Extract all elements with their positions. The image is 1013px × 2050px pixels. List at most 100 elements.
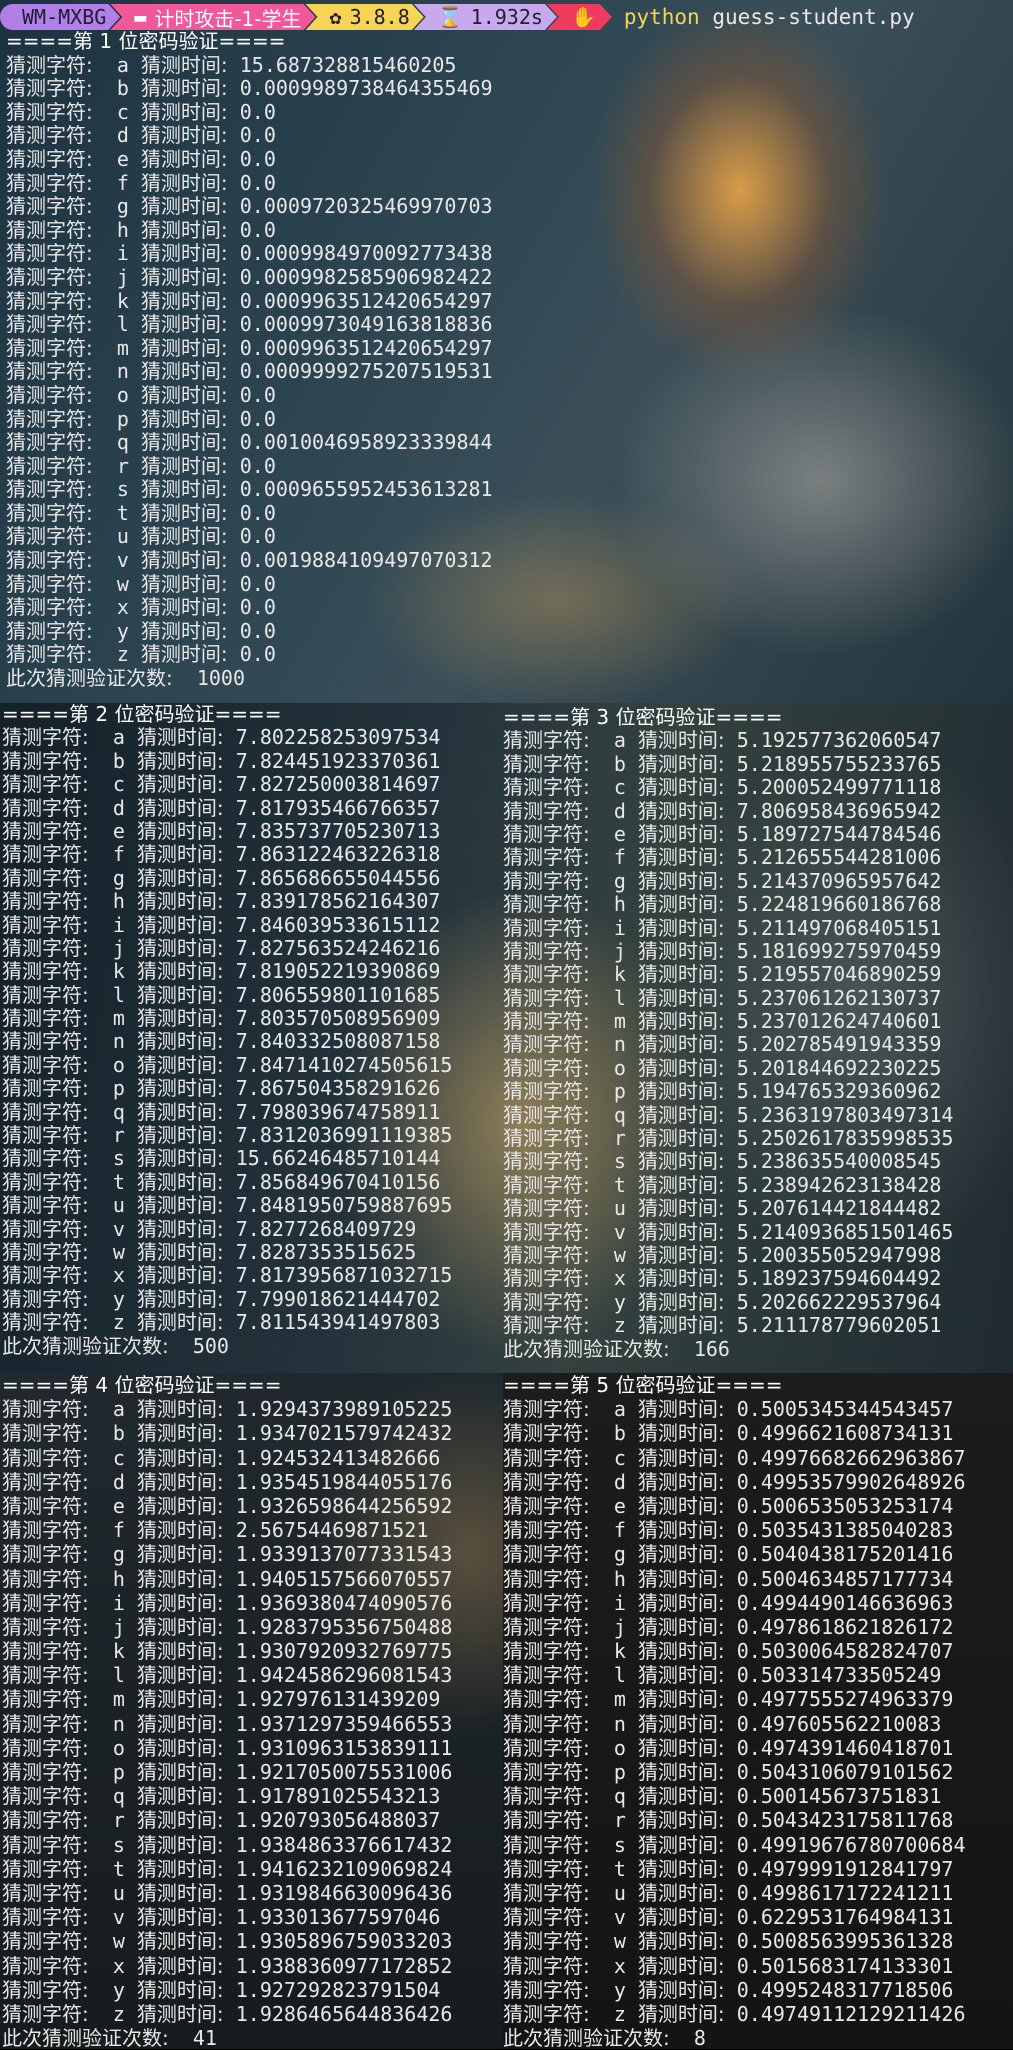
guessed-char: j [112,935,125,960]
guess-time: 1.9339137077331543 [235,1542,453,1567]
guessed-char: k [116,288,129,313]
guess-time: 7.863122463226318 [235,842,441,867]
char-label: 猜测字符: [2,1687,89,1712]
guess-time: 15.687328815460205 [239,52,457,77]
char-label: 猜测字符: [6,194,93,219]
time-label: 猜测时间: [637,1055,725,1080]
guessed-char: w [613,1929,626,1954]
guessed-char: q [112,1784,125,1809]
char-label: 猜测字符: [503,1242,590,1267]
guess-line: 猜测字符: d 猜测时间: 1.9354519844055176 [2,1470,452,1494]
time-label: 猜测时间: [637,845,725,870]
command-line[interactable]: python guess-student.py [624,5,915,29]
guess-line: 猜测字符: v 猜测时间: 5.2140936851501465 [503,1220,953,1244]
guess-line: 猜测字符: h 猜测时间: 5.224819660186768 [503,892,953,916]
guess-time: 7.819052219390869 [235,959,441,984]
guessed-char: h [112,1566,125,1591]
time-label: 猜测时间: [637,985,725,1010]
time-label: 猜测时间: [136,1735,224,1760]
guessed-char: c [613,1445,626,1470]
guess-line: 猜测字符: m 猜测时间: 1.927976131439209 [2,1687,452,1711]
guess-line: 猜测字符: f 猜测时间: 2.56754469871521 [2,1518,452,1542]
char-label: 猜测字符: [6,382,93,407]
time-label: 猜测时间: [637,1905,725,1930]
guessed-char: r [613,1808,626,1833]
guessed-char: a [613,1397,626,1422]
guessed-char: v [116,548,129,573]
block-header: ====第 2 位密码验证==== [2,702,282,726]
time-label: 猜测时间: [637,1242,725,1267]
guess-line: 猜测字符: n 猜测时间: 0.0009999275207519531 [6,360,493,384]
time-label: 猜测时间: [637,798,725,823]
guess-line: 猜测字符: y 猜测时间: 1.927292823791504 [2,1978,452,2002]
guess-line: 猜测字符: g 猜测时间: 5.214370965957642 [503,868,953,893]
guessed-char: m [613,1009,626,1034]
guess-line: 猜测字符: x 猜测时间: 1.9388360977172852 [2,1954,452,1978]
guess-time: 5.211497068405151 [736,915,942,940]
time-label: 猜测时间: [140,194,228,219]
char-label: 猜测字符: [503,1566,590,1591]
time-label: 猜测时间: [136,1469,224,1494]
char-label: 猜测字符: [2,1421,89,1446]
block-header: ====第 5 位密码验证==== [503,1373,783,1397]
guessed-char: n [112,1029,125,1054]
guessed-char: c [116,99,129,124]
guess-time: 1.9371297359466553 [235,1711,453,1736]
guess-line: 猜测字符: j 猜测时间: 7.827563524246216 [2,935,452,960]
time-label: 猜测时间: [136,1397,224,1422]
guess-time: 7.799018621444702 [235,1286,441,1311]
guessed-char: u [116,524,129,549]
guess-time: 0.5030064582824707 [736,1639,954,1664]
guessed-char: z [613,2001,626,2026]
time-label: 猜测时间: [136,1193,224,1218]
time-label: 猜测时间: [140,288,228,313]
guess-line: 猜测字符: g 猜测时间: 7.865686655044556 [2,865,452,890]
guess-line: 猜测字符: f 猜测时间: 5.212655544281006 [503,846,953,869]
guess-line: 猜测字符: z 猜测时间: 1.9286465644836426 [2,2002,452,2026]
char-label: 猜测字符: [503,1687,590,1712]
char-label: 猜测字符: [2,1099,89,1124]
time-label: 猜测时间: [136,1905,224,1930]
time-label: 猜测时间: [136,795,224,820]
time-label: 猜测时间: [136,1310,224,1335]
char-label: 猜测字符: [503,1614,590,1639]
hand-icon: ✋ [570,5,596,29]
char-label: 猜测字符: [6,123,93,148]
char-label: 猜测字符: [2,1310,89,1335]
char-label: 猜测字符: [2,1052,89,1077]
guessed-char: e [613,821,626,846]
guessed-char: w [116,571,129,596]
guess-line: 猜测字符: q 猜测时间: 0.0010046958923339844 [6,430,493,455]
count-line: 此次猜测验证次数: 1000 [6,666,493,691]
count-value: 166 [693,1336,730,1361]
guess-line: 猜测字符: a 猜测时间: 7.802258253097534 [2,726,452,749]
guess-line: 猜测字符: b 猜测时间: 5.218955755233765 [503,752,953,776]
guess-time: 0.0009963512420654297 [239,335,493,360]
guess-line: 猜测字符: j 猜测时间: 0.0009982585906982422 [6,264,493,290]
guess-time: 5.238635540008545 [736,1149,942,1174]
guess-time: 7.802258253097534 [235,725,441,750]
guess-time: 5.2363197803497314 [736,1102,954,1127]
guessed-char: z [112,2001,125,2026]
guess-time: 0.5035431385040283 [736,1518,954,1543]
guessed-char: c [613,775,626,800]
guessed-char: g [613,868,626,893]
guess-time: 5.207614421844482 [736,1196,942,1221]
guess-time: 1.9319846630096436 [235,1880,453,1905]
guess-time: 1.9416232109069824 [235,1856,453,1881]
guessed-char: e [112,1493,125,1518]
guess-time: 5.219557046890259 [736,962,942,987]
time-label: 猜测时间: [140,618,228,643]
guess-time: 1.9283795356750488 [235,1614,453,1639]
time-label: 猜测时间: [140,170,228,195]
char-label: 猜测字符: [2,748,89,773]
time-label: 猜测时间: [136,1590,224,1615]
time-label: 猜测时间: [136,935,224,960]
guessed-char: g [112,865,125,890]
char-label: 猜测字符: [6,99,93,124]
time-label: 猜测时间: [136,1076,224,1101]
char-label: 猜测字符: [2,1146,89,1171]
time-label: 猜测时间: [140,264,228,289]
char-label: 猜测字符: [6,170,93,195]
guess-time: 1.9310963153839111 [235,1735,453,1760]
